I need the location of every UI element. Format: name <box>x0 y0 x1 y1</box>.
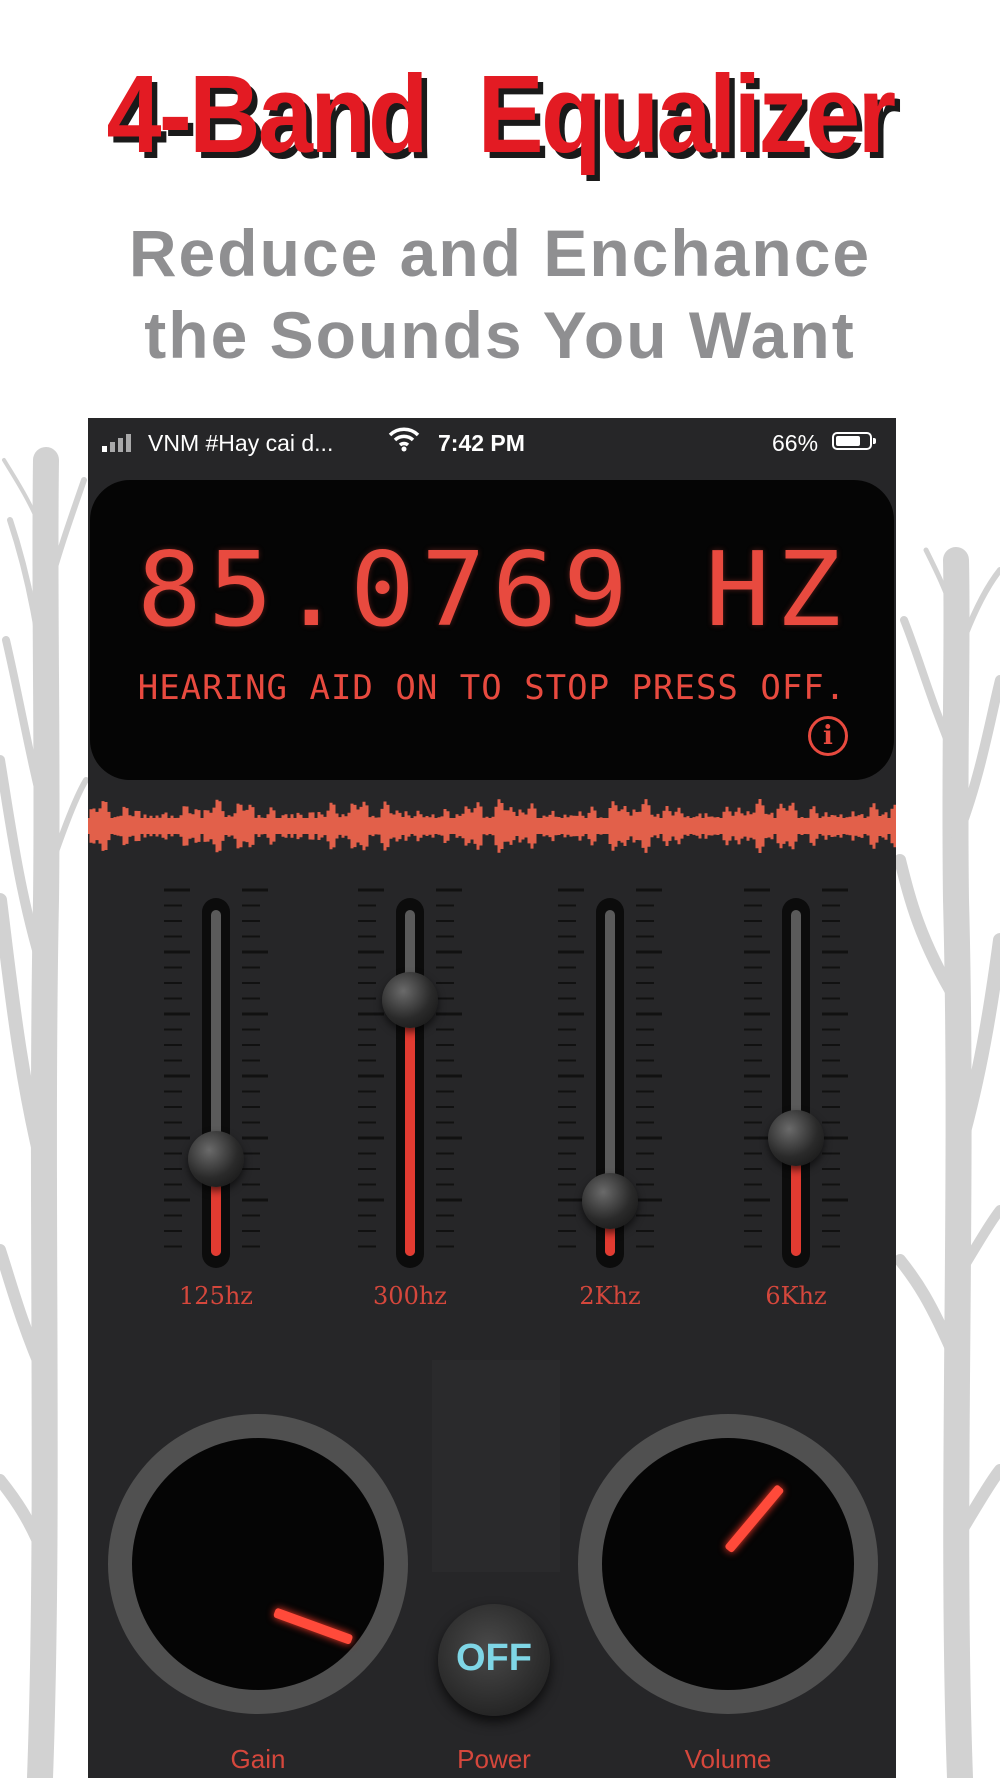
gain-knob[interactable] <box>108 1414 408 1714</box>
wifi-icon <box>388 427 420 452</box>
slider-thumb[interactable] <box>188 1131 244 1188</box>
band-label: 2Khz <box>579 1282 641 1310</box>
headline: 4-Band Equalizer <box>106 53 897 176</box>
slider-thumb[interactable] <box>768 1110 824 1167</box>
status-bar: VNM #Hay cai d... 7:42 PM 66% <box>88 418 896 464</box>
power-button[interactable]: OFF <box>438 1604 550 1716</box>
status-message: HEARING AID ON TO STOP PRESS OFF. <box>137 668 847 708</box>
volume-knob[interactable] <box>578 1414 878 1714</box>
battery-percent: 66% <box>772 430 819 456</box>
battery-icon <box>832 432 876 450</box>
volume-indicator <box>724 1484 785 1554</box>
signal-icon <box>102 432 142 452</box>
power-label: Power <box>457 1744 531 1774</box>
display-panel <box>432 1360 560 1572</box>
subheadline-line-1: Reduce and Enchance <box>128 216 872 290</box>
volume-knob-face <box>602 1438 854 1690</box>
band-slider-125hz[interactable]: 125hz <box>146 878 286 1310</box>
frequency-readout: 85.0769 HZ <box>136 531 848 650</box>
slider-track <box>202 898 230 1268</box>
band-slider-6khz[interactable]: 6Khz <box>726 878 866 1310</box>
band-slider-2khz[interactable]: 2Khz <box>540 878 680 1310</box>
gain-knob-face <box>132 1438 384 1690</box>
band-label: 300hz <box>373 1282 447 1310</box>
waveform-visualizer <box>88 799 896 853</box>
slider-thumb[interactable] <box>582 1172 638 1229</box>
slider-track <box>396 898 424 1268</box>
band-label: 125hz <box>179 1282 253 1310</box>
slider-track <box>782 898 810 1268</box>
waveform-band <box>88 818 896 834</box>
frequency-display: 85.0769 HZ HEARING AID ON TO STOP PRESS … <box>90 480 894 780</box>
band-slider-300hz[interactable]: 300hz <box>340 878 480 1310</box>
band-label: 6Khz <box>765 1282 827 1310</box>
status-time: 7:42 PM <box>438 430 525 456</box>
power-button-text: OFF <box>456 1637 532 1679</box>
subheadline-line-2: the Sounds You Want <box>144 298 856 372</box>
info-icon[interactable]: i <box>808 716 848 756</box>
slider-thumb[interactable] <box>382 971 438 1028</box>
gain-indicator <box>272 1607 354 1645</box>
carrier-name: VNM #Hay cai d... <box>148 430 334 456</box>
slider-fill <box>405 999 415 1256</box>
phone-screen: VNM #Hay cai d... 7:42 PM 66% 85.0769 HZ… <box>88 418 896 1778</box>
